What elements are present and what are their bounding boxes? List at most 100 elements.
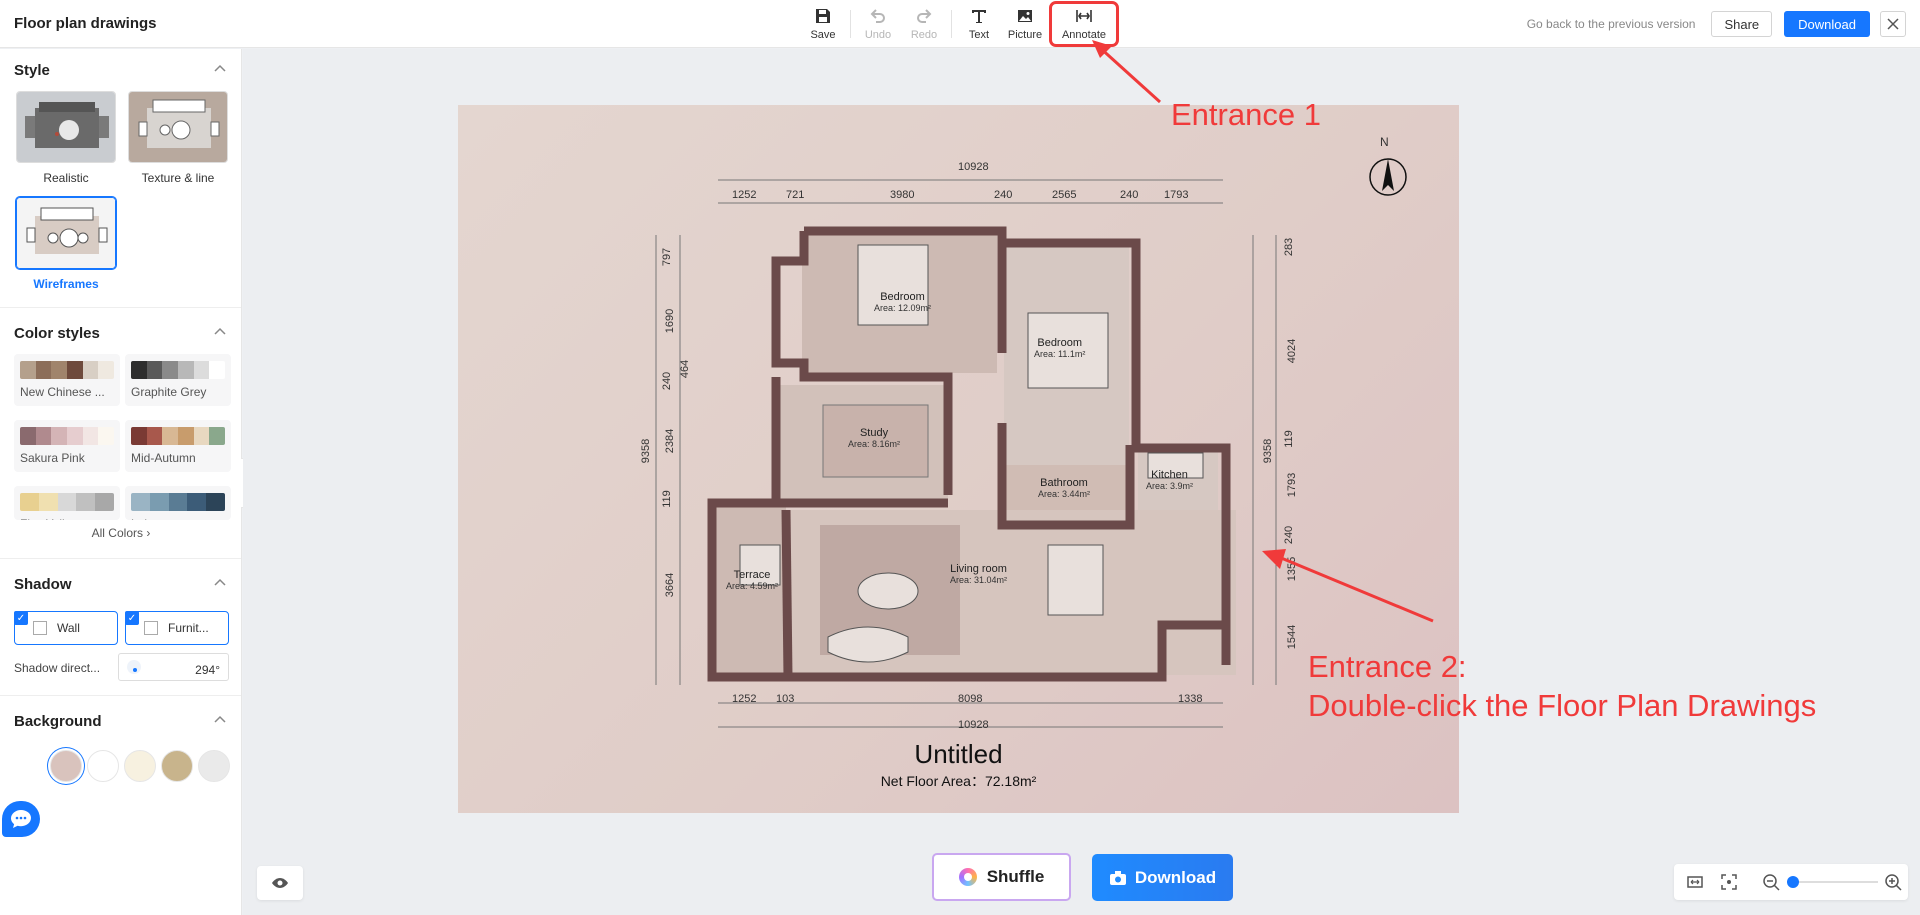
dimension-label: 4024 — [1286, 338, 1299, 364]
chevron-up-icon — [214, 64, 226, 72]
preview-toggle-button[interactable] — [257, 866, 303, 900]
background-section-title: Background — [14, 712, 102, 730]
room-area: Area: 3.44m² — [1038, 489, 1091, 499]
palette-swatch — [95, 493, 114, 511]
room-name: Study — [859, 427, 889, 439]
north-label: N — [1380, 135, 1389, 149]
palette-swatch — [168, 493, 188, 511]
color-style-option[interactable]: New Chinese ... — [14, 354, 120, 406]
palette-name: Flax Yellow — [20, 517, 114, 520]
style-option-realistic[interactable]: Realistic — [16, 91, 116, 185]
room-name: Bedroom — [880, 291, 925, 303]
shadow-section-header[interactable]: Shadow — [0, 563, 241, 605]
palette-swatch — [187, 493, 207, 511]
download-button-bottom[interactable]: Download — [1092, 854, 1233, 901]
fit-width-icon[interactable] — [1686, 873, 1704, 891]
dimension-label: 240 — [1283, 525, 1296, 545]
annotate-button[interactable]: Annotate — [1049, 1, 1119, 47]
shuffle-button[interactable]: Shuffle — [932, 853, 1071, 901]
zoom-out-icon[interactable] — [1762, 873, 1780, 891]
close-button[interactable] — [1880, 11, 1906, 37]
dim-right-total: 9358 — [1262, 438, 1275, 464]
color-style-option[interactable]: Mid-Autumn — [125, 420, 231, 472]
color-style-option[interactable]: Graphite Grey — [125, 354, 231, 406]
save-label: Save — [810, 29, 836, 41]
zoom-slider-handle[interactable] — [1786, 876, 1799, 888]
palette-swatch — [38, 493, 58, 511]
dimension-label: 3980 — [890, 189, 915, 201]
chat-support-button[interactable] — [2, 801, 40, 837]
palette-swatch — [51, 361, 68, 379]
style-section-header[interactable]: Style — [0, 49, 241, 91]
style-label: Wireframes — [33, 277, 99, 291]
background-swatch[interactable] — [50, 750, 82, 782]
undo-button[interactable]: Undo — [855, 4, 901, 44]
room-label: Bedroom Area: 12.09m² — [874, 291, 931, 313]
background-swatch[interactable] — [198, 750, 230, 782]
palette-swatch — [162, 361, 179, 379]
dimension-label: 1252 — [732, 189, 757, 201]
entrance2-annotation-title: Entrance 2: — [1308, 649, 1467, 684]
palette-swatch — [193, 361, 210, 379]
dimension-label: 240 — [994, 189, 1013, 201]
background-section-header[interactable]: Background — [0, 700, 241, 742]
entrance1-annotation: Entrance 1 — [1171, 97, 1321, 132]
room-name: Terrace — [733, 569, 771, 581]
shadow-direction-row: Shadow direct... 294° — [0, 647, 241, 691]
palette-swatch — [131, 361, 147, 379]
dimension-label: 797 — [661, 247, 674, 267]
palette-swatch — [209, 361, 225, 379]
dimension-label: 1338 — [1178, 693, 1203, 705]
redo-button[interactable]: Redo — [901, 4, 947, 44]
background-swatch[interactable] — [161, 750, 193, 782]
previous-version-link[interactable]: Go back to the previous version — [1527, 17, 1696, 31]
room-name: Kitchen — [1151, 469, 1188, 481]
save-button[interactable]: Save — [800, 4, 846, 44]
style-thumbnail — [128, 91, 228, 163]
room-area: Area: 4.59m² — [726, 581, 779, 591]
room-name: Living room — [950, 563, 1007, 575]
color-style-option[interactable]: Sakura Pink — [14, 420, 120, 472]
style-option-wireframes[interactable]: Wireframes — [15, 196, 117, 291]
style-section-title: Style — [14, 61, 50, 79]
palette-swatch — [146, 361, 163, 379]
room-label: Bathroom Area: 3.44m² — [1038, 477, 1090, 499]
palette-name: Sakura Pink — [20, 451, 85, 465]
palette-name: New Chinese ... — [20, 385, 105, 399]
picture-button[interactable]: Picture — [1002, 4, 1048, 44]
color-style-option[interactable]: Lake green — [125, 486, 231, 520]
north-arrow-icon — [1369, 158, 1407, 196]
shadow-wall-label: Wall — [57, 621, 80, 635]
room-area: Area: 8.16m² — [848, 439, 901, 449]
dimension-label: 2384 — [664, 428, 677, 454]
dimension-label: 119 — [1282, 430, 1295, 448]
palette-swatch — [146, 427, 163, 445]
color-styles-section-header[interactable]: Color styles — [0, 312, 241, 354]
zoom-slider-track[interactable] — [1788, 881, 1878, 883]
zoom-in-icon[interactable] — [1884, 873, 1902, 891]
palette-swatches — [20, 427, 114, 445]
dimension-label: 103 — [776, 693, 795, 705]
shadow-wall-toggle[interactable]: ✓ Wall — [14, 611, 118, 645]
background-swatch[interactable] — [87, 750, 119, 782]
download-button-top[interactable]: Download — [1784, 11, 1870, 37]
annotate-icon — [1076, 10, 1092, 22]
palette-swatch — [82, 361, 99, 379]
text-button[interactable]: Text — [956, 4, 1002, 44]
all-colors-link[interactable]: All Colors › — [0, 526, 241, 540]
fit-screen-icon[interactable] — [1720, 873, 1738, 891]
background-swatch[interactable] — [124, 750, 156, 782]
eye-icon — [272, 878, 288, 888]
dimension-label: 2565 — [1052, 189, 1077, 201]
dimension-label: 8098 — [958, 693, 983, 705]
style-option-texture-line[interactable]: Texture & line — [128, 91, 228, 185]
header-actions: Go back to the previous version Share Do… — [1527, 0, 1920, 48]
checkbox-checked-icon: ✓ — [14, 611, 28, 625]
direction-dial-icon — [127, 660, 141, 674]
color-style-option[interactable]: Flax Yellow — [14, 486, 120, 520]
room-area: Area: 31.04m² — [950, 575, 1008, 585]
shadow-furniture-toggle[interactable]: ✓ Furnit... — [125, 611, 229, 645]
shadow-direction-dial[interactable]: 294° — [118, 653, 229, 681]
share-button[interactable]: Share — [1711, 11, 1773, 37]
left-sidebar: Style Realistic Texture & line Wireframe… — [0, 49, 242, 915]
